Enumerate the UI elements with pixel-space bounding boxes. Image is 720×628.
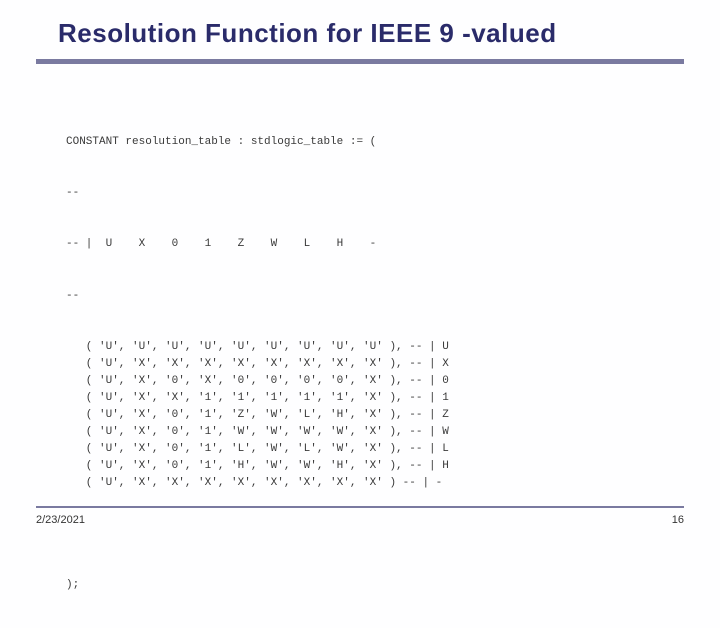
footer: 2/23/2021 16 [36, 506, 684, 526]
footer-page: 16 [672, 514, 684, 526]
table-row: ( 'U', 'X', '0', '1', 'H', 'W', 'W', 'H'… [66, 458, 684, 475]
table-row: ( 'U', 'X', '0', 'X', '0', '0', '0', '0'… [66, 373, 684, 390]
footer-date: 2/23/2021 [36, 514, 85, 526]
table-row: ( 'U', 'X', 'X', 'X', 'X', 'X', 'X', 'X'… [66, 356, 684, 373]
code-close: ); [66, 577, 684, 594]
code-block: CONSTANT resolution_table : stdlogic_tab… [66, 100, 684, 628]
code-header: -- | U X 0 1 Z W L H - [66, 236, 684, 253]
table-row: ( 'U', 'X', '0', '1', 'Z', 'W', 'L', 'H'… [66, 407, 684, 424]
page-title: Resolution Function for IEEE 9 -valued [36, 18, 684, 49]
slide: Resolution Function for IEEE 9 -valued C… [0, 0, 720, 540]
code-blank: -- [66, 288, 684, 305]
code-decl: CONSTANT resolution_table : stdlogic_tab… [66, 134, 684, 151]
table-row: ( 'U', 'X', '0', '1', 'L', 'W', 'L', 'W'… [66, 441, 684, 458]
table-row: ( 'U', 'X', 'X', 'X', 'X', 'X', 'X', 'X'… [66, 475, 684, 492]
code-blank [66, 526, 684, 543]
table-row: ( 'U', 'X', 'X', '1', '1', '1', '1', '1'… [66, 390, 684, 407]
code-blank: -- [66, 185, 684, 202]
table-row: ( 'U', 'U', 'U', 'U', 'U', 'U', 'U', 'U'… [66, 339, 684, 356]
code-rows: ( 'U', 'U', 'U', 'U', 'U', 'U', 'U', 'U'… [66, 339, 684, 492]
table-row: ( 'U', 'X', '0', '1', 'W', 'W', 'W', 'W'… [66, 424, 684, 441]
title-divider [36, 59, 684, 64]
